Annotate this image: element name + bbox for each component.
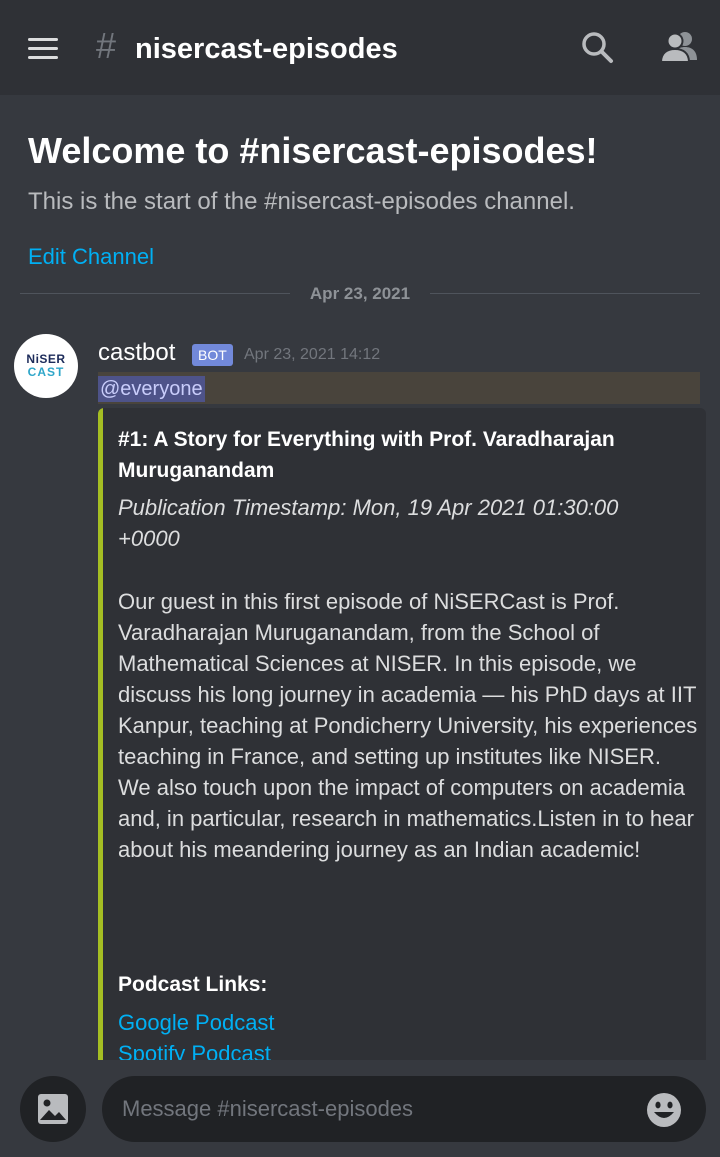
embed-card: #1: A Story for Everything with Prof. Va… (98, 408, 706, 1068)
top-bar: # nisercast-episodes (0, 0, 720, 95)
embed-title: #1: A Story for Everything with Prof. Va… (118, 428, 615, 482)
divider-line-left (20, 293, 290, 294)
divider-line-right (430, 293, 700, 294)
embed-accent-bar (98, 408, 103, 1068)
welcome-title: Welcome to #nisercast-episodes! (28, 130, 598, 171)
image-icon[interactable] (20, 1076, 86, 1142)
embed-description: Our guest in this first episode of NiSER… (118, 589, 698, 862)
google-podcast-link[interactable]: Google Podcast (118, 1008, 275, 1038)
welcome-subtitle: This is the start of the #nisercast-epis… (28, 188, 575, 215)
app: # nisercast-episodes Welcome to #niserca… (0, 0, 720, 1157)
message-timestamp: Apr 23, 2021 14:12 (244, 346, 381, 363)
avatar-logo-line2: CAST (27, 365, 65, 379)
channel-title[interactable]: nisercast-episodes (135, 29, 398, 69)
search-icon[interactable] (578, 28, 616, 66)
hash-icon: # (96, 25, 117, 66)
edit-channel-link[interactable]: Edit Channel (28, 242, 154, 272)
composer (0, 1060, 720, 1157)
hamburger-icon[interactable] (28, 30, 68, 66)
members-icon[interactable] (658, 28, 700, 66)
date-divider: Apr 23, 2021 (20, 280, 700, 308)
embed-links-heading: Podcast Links: (118, 973, 268, 996)
avatar[interactable]: NiSER CAST (14, 334, 78, 398)
message-author[interactable]: castbot (98, 338, 175, 368)
divider-date: Apr 23, 2021 (309, 284, 411, 303)
emoji-icon[interactable] (646, 1092, 682, 1128)
bot-badge: BOT (192, 344, 233, 366)
message-input[interactable] (102, 1076, 706, 1142)
embed-publication-timestamp: Publication Timestamp: Mon, 19 Apr 2021 … (118, 495, 619, 551)
everyone-mention[interactable]: @everyone (98, 376, 205, 402)
